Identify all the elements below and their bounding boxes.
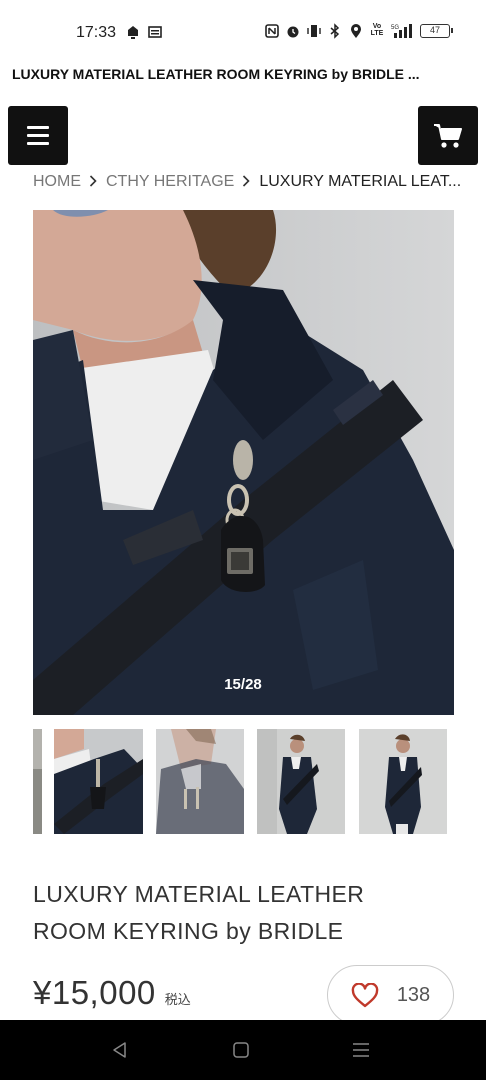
signal-icon: 5G [391,23,413,39]
bluetooth-icon [328,23,342,39]
notification-icon [126,24,140,40]
network-label: 5G [391,25,399,31]
nfc-icon [265,23,279,39]
hamburger-menu-icon [27,126,49,129]
breadcrumb: HOME CTHY HERITAGE LUXURY MATERIAL LEAT.… [33,172,473,192]
location-icon [349,23,363,39]
back-triangle-icon[interactable] [110,1040,130,1060]
product-title: LUXURY MATERIAL LEATHER ROOM KEYRING by … [33,876,453,950]
breadcrumb-home[interactable]: HOME [33,173,81,191]
chevron-right-icon [89,174,97,191]
thumbnail[interactable] [54,729,143,834]
battery-indicator: 47 [420,24,453,38]
alarm-icon [286,23,300,39]
breadcrumb-category[interactable]: CTHY HERITAGE [106,173,234,191]
product-price: ¥15,000 [33,974,156,1011]
home-square-icon[interactable] [231,1040,251,1060]
product-main-image[interactable] [33,210,454,715]
page-title: LUXURY MATERIAL LEATHER ROOM KEYRING by … [12,66,420,82]
navigation-bar [0,1020,486,1080]
breadcrumb-current: LUXURY MATERIAL LEAT... [259,173,462,190]
thumbnail[interactable] [257,729,345,834]
chevron-right-icon [242,174,250,191]
image-counter: 15/28 [224,676,262,693]
tax-label: 税込 [164,992,191,1007]
vibrate-icon [307,23,321,39]
menu-button[interactable] [8,106,68,165]
product-title-line1: LUXURY MATERIAL LEATHER [33,881,365,907]
price-row: ¥15,000 税込 [33,974,191,1012]
status-bar: 17:33 Vo LTE 5G 47 [0,0,486,62]
thumbnail-strip [33,729,454,834]
thumbnail[interactable] [156,729,244,834]
news-icon [148,24,162,40]
favorite-count: 138 [396,983,431,1006]
thumbnail[interactable] [33,729,42,834]
heart-icon [351,982,379,1007]
shopping-cart-icon [434,123,462,148]
thumbnail[interactable] [359,729,447,834]
status-time: 17:33 [76,24,117,41]
product-title-line2: ROOM KEYRING by BRIDLE [33,918,344,944]
favorite-button[interactable]: 138 [327,965,454,1025]
volte-icon: Vo LTE [370,23,384,37]
cart-button[interactable] [418,106,478,165]
recents-lines-icon[interactable] [351,1040,371,1060]
